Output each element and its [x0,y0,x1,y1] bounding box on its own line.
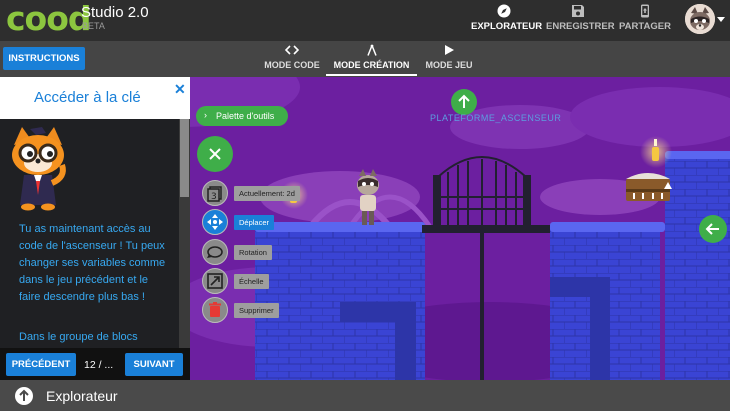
rotate-icon [207,246,223,258]
page-indicator: 12 / ... [84,359,114,371]
instructions-paragraph-2: Dans le groupe de blocs [19,331,138,343]
nav-enregistrer-label: ENREGISTRER [546,21,615,32]
tool-scale-button[interactable] [202,268,228,294]
move-icon [207,214,223,230]
save-icon [572,5,584,17]
account-menu-caret-icon[interactable] [717,17,725,22]
instructions-scrollbar-thumb[interactable] [180,119,189,197]
chevron-right-icon: › [204,110,207,120]
instructions-panel-title: Accéder à la clé [34,89,141,106]
instructions-panel-body: Tu as maintenant accès au code de l'asce… [0,119,179,348]
nav-explorateur-button[interactable]: EXPLORATEUR [471,4,542,38]
fox-mascot-image [12,127,66,211]
nav-explorateur-label: EXPLORATEUR [471,21,543,32]
tab-mode-code-label: MODE CODE [264,60,320,70]
arrow-up-icon [458,94,470,108]
tool-move-label: Déplacer [234,215,275,230]
tool-move-button[interactable] [202,209,228,235]
tab-mode-code[interactable]: MODE CODE [263,44,321,76]
tab-mode-jeu[interactable]: MODE JEU [423,44,475,76]
tool-palette-toggle[interactable]: › Palette d'outils [196,106,288,126]
close-icon [209,148,221,160]
tool-rotate-label: Rotation [234,245,272,260]
scale-icon [207,273,223,289]
instructions-button[interactable]: INSTRUCTIONS [3,47,85,70]
close-icon[interactable]: ✕ [174,81,186,98]
next-button[interactable]: SUIVANT [125,353,183,376]
raccoon-avatar-icon [685,4,715,34]
platform-up-button[interactable] [451,89,477,115]
svg-text:3: 3 [211,192,217,202]
play-icon [445,45,454,55]
nav-partager-button[interactable]: PARTAGER [618,4,672,38]
layers-3-icon: 3 [207,186,222,202]
explorer-label: Explorateur [46,388,118,404]
app-title: Studio 2.0 [81,4,149,21]
tab-mode-jeu-label: MODE JEU [425,60,473,70]
close-palette-button[interactable] [197,136,233,172]
tool-scale-label: Échelle [234,274,269,289]
tab-mode-creation-label: MODE CRÉATION [333,60,410,70]
platform-label: PLATEFORME_ASCENSEUR [430,113,562,123]
logo[interactable]: cood [6,1,92,37]
tool-palette-label: Palette d'outils [216,111,275,121]
nav-enregistrer-button[interactable]: ENREGISTRER [546,4,615,38]
tab-mode-creation[interactable]: MODE CRÉATION [326,44,417,76]
nav-partager-label: PARTAGER [619,21,671,32]
compass-icon [497,4,511,18]
tool-dimension-label: Actuellement: 2d [234,186,300,201]
tool-delete-button[interactable] [202,297,228,323]
trash-icon [209,302,221,317]
compass-tool-icon [366,44,377,56]
app-root: cood Studio 2.0 BETA EXPLORATEUR ENREGIS… [0,0,730,411]
expand-explorer-button[interactable] [15,387,33,405]
beta-badge: BETA [82,21,105,31]
previous-button[interactable]: PRÉCÉDENT [6,353,76,376]
scene-back-button[interactable] [699,215,727,243]
user-avatar[interactable] [685,4,715,34]
instructions-paragraph-1: Tu as maintenant accès au code de l'asce… [19,223,166,303]
tool-rotate-button[interactable] [202,239,228,265]
arrow-left-icon [705,223,719,235]
code-icon [285,45,299,55]
tool-delete-label: Supprimer [234,303,279,318]
share-icon [641,4,649,18]
tool-dimension-button[interactable]: 3 [202,180,228,206]
arrow-up-icon [19,389,29,401]
